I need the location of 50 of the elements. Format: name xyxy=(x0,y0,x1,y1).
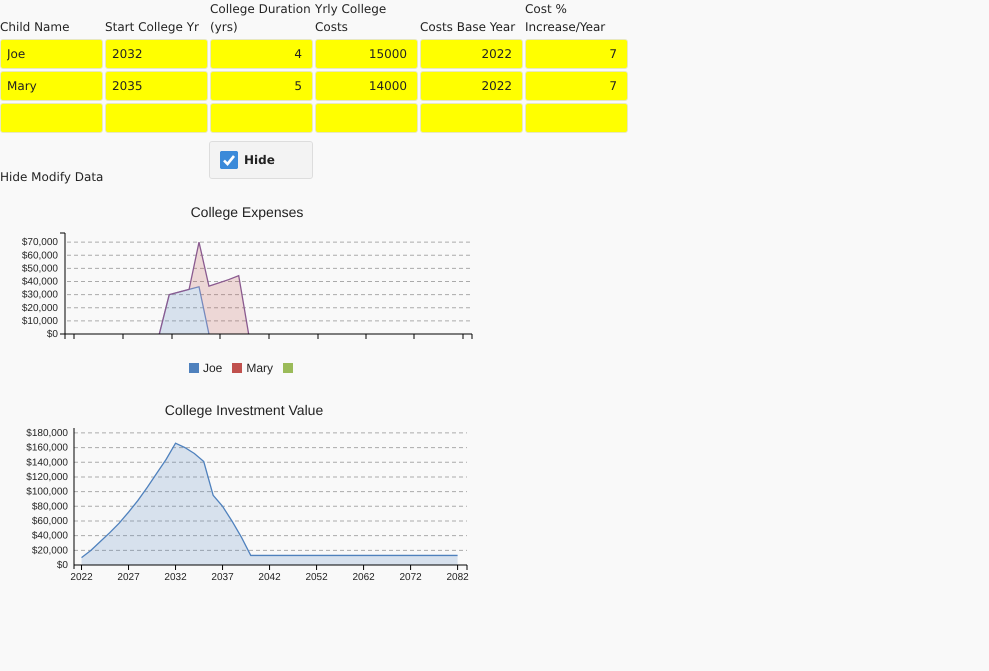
axis-tick-label: 2062 xyxy=(352,572,375,583)
chart-title: College Expenses xyxy=(190,204,304,220)
axis-tick-label: $80,000 xyxy=(32,501,68,512)
axis-tick-label: 2037 xyxy=(211,572,234,583)
axis-tick-label: $40,000 xyxy=(22,276,58,288)
axis-tick-label: $20,000 xyxy=(22,302,58,314)
axis-tick-label: $10,000 xyxy=(22,316,58,327)
column-header: College Duration (yrs) xyxy=(210,1,312,36)
table-input-field[interactable]: 2032 xyxy=(105,39,208,69)
column-header: Yrly College Costs xyxy=(315,1,388,36)
table-input-field[interactable]: 2035 xyxy=(105,71,208,101)
table-input-field[interactable]: 7 xyxy=(525,71,628,101)
axis-tick-label: $70,000 xyxy=(22,237,58,248)
axis-tick-label: 2072 xyxy=(399,572,422,583)
axis-tick-label: 2032 xyxy=(164,572,187,583)
table-input-field[interactable]: 14000 xyxy=(315,71,418,101)
axis-tick-label: $140,000 xyxy=(26,457,68,468)
axis-tick-label: $0 xyxy=(56,560,68,571)
table-input-field[interactable]: 7 xyxy=(525,39,628,69)
axis-tick-label: 2052 xyxy=(305,572,328,583)
axis-tick-label: $0 xyxy=(46,329,58,340)
hide-toggle-button[interactable]: Hide xyxy=(209,141,313,179)
axis-tick-label: $60,000 xyxy=(22,250,58,262)
axis-tick-label: $160,000 xyxy=(26,442,68,454)
table-input-field[interactable]: Mary xyxy=(0,71,103,101)
axis-tick-label: $120,000 xyxy=(26,472,68,483)
table-input-field[interactable]: 15000 xyxy=(315,39,418,69)
legend-label: Joe xyxy=(203,361,222,375)
table-input-field[interactable]: 4 xyxy=(210,39,313,69)
axis-tick-label: $180,000 xyxy=(26,428,68,439)
axis-tick-label: 2027 xyxy=(117,572,140,583)
axis-tick-label: 2022 xyxy=(70,572,93,583)
axis-tick-label: $100,000 xyxy=(26,486,68,498)
axis-tick-label: $60,000 xyxy=(32,516,68,527)
column-header: Child Name xyxy=(0,19,70,36)
legend-label: Mary xyxy=(246,361,274,375)
axis-tick-label: 2082 xyxy=(446,572,469,583)
chart-title: College Investment Value xyxy=(164,402,324,418)
table-input-field[interactable]: 5 xyxy=(210,71,313,101)
axis-tick-label: $20,000 xyxy=(32,545,68,556)
table-input-field[interactable]: 2022 xyxy=(420,71,523,101)
axis-tick-label: $40,000 xyxy=(32,530,68,542)
axis-tick-label: $30,000 xyxy=(22,290,58,301)
hide-modify-data-label: Hide Modify Data xyxy=(0,170,104,184)
column-header: Start College Yr xyxy=(105,19,200,36)
table-input-field[interactable]: 2022 xyxy=(420,39,523,69)
column-header: Costs Base Year xyxy=(420,19,516,36)
column-header: Cost % Increase/Year xyxy=(525,1,606,36)
axis-tick-label: 2042 xyxy=(258,572,281,583)
axis-tick-label: $50,000 xyxy=(22,263,58,274)
